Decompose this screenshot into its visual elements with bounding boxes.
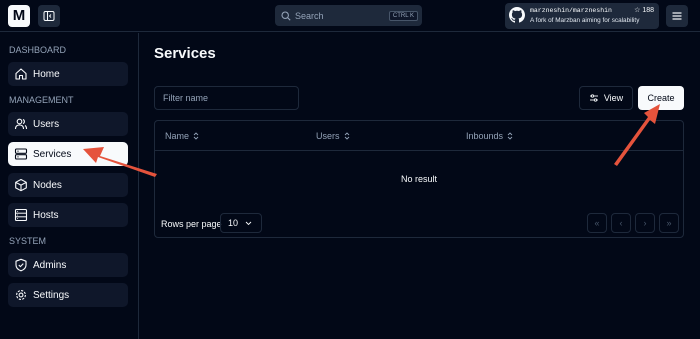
arrow-to-create	[614, 104, 660, 166]
annotation-arrows	[83, 104, 660, 177]
arrow-to-services	[83, 147, 157, 177]
